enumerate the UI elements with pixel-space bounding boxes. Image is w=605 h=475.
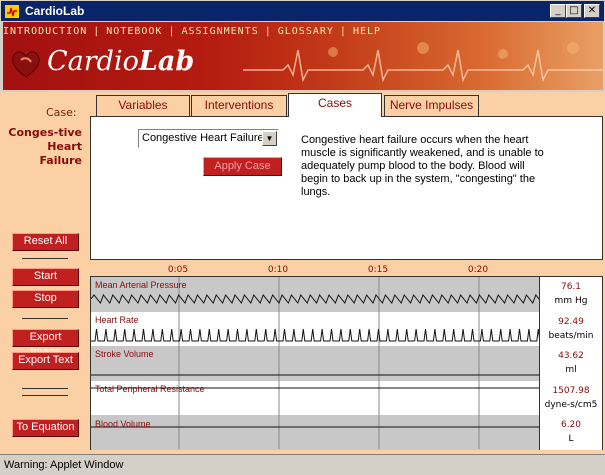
- divider: [22, 258, 68, 259]
- logo-text-lab: Lab: [138, 46, 195, 77]
- channel-label: Blood Volume: [95, 419, 151, 429]
- status-text: Warning: Applet Window: [4, 459, 124, 471]
- window-title: CardioLab: [25, 4, 85, 18]
- main-menu: INTRODUCTION | NOTEBOOK | ASSIGNMENTS | GLOSSA…: [3, 26, 382, 37]
- channel-label: Total Peripheral Resistance: [95, 384, 205, 394]
- reset-all-button[interactable]: Reset All: [12, 233, 79, 251]
- time-axis: 0:05 0:10 0:15 0:20: [90, 262, 540, 276]
- cases-panel: Congestive Heart Failure ▼ Apply Case Co…: [90, 116, 603, 260]
- channel-value: 92.49: [558, 316, 584, 327]
- map-trace: [91, 294, 539, 304]
- channel-unit: dyne-s/cm5: [544, 399, 598, 410]
- divider: [22, 318, 68, 319]
- minimize-button[interactable]: _: [550, 4, 566, 18]
- menu-introduction[interactable]: INTRODUCTION: [3, 26, 87, 37]
- trace-plot: Mean Arterial Pressure Heart Rate Stroke…: [90, 276, 540, 450]
- to-equation-button[interactable]: To Equation: [12, 419, 79, 437]
- channel-label: Heart Rate: [95, 315, 139, 325]
- tab-nerve-impulses[interactable]: Nerve Impulses: [384, 95, 479, 116]
- channel-value: 6.20: [560, 420, 582, 431]
- export-image-button[interactable]: Export Image: [12, 329, 79, 358]
- current-case-name: Conges-tive Heart Failure: [8, 126, 82, 167]
- channel-label: Stroke Volume: [95, 349, 154, 359]
- time-tick: 0:15: [367, 265, 389, 275]
- menu-glossary[interactable]: GLOSSARY: [278, 26, 334, 37]
- channel-unit: beats/min: [548, 330, 594, 341]
- apply-case-button[interactable]: Apply Case: [203, 157, 282, 176]
- tab-variables[interactable]: Variables: [96, 95, 190, 116]
- channel-unit: L: [568, 434, 574, 445]
- case-dropdown-value: Congestive Heart Failure: [142, 132, 264, 144]
- menu-assignments[interactable]: ASSIGNMENTS: [181, 26, 258, 37]
- tab-cases[interactable]: Cases: [288, 93, 382, 117]
- values-column: 76.1 mm Hg 92.49 beats/min 43.62 ml 1507.98…: [540, 276, 603, 450]
- time-tick: 0:05: [167, 265, 189, 275]
- channel-value: 43.62: [558, 351, 584, 362]
- ecg-decoration: [243, 42, 603, 83]
- menu-help[interactable]: HELP: [353, 26, 381, 37]
- left-panel: Case: Conges-tive Heart Failure Reset Al…: [0, 92, 88, 454]
- heart-rate-trace: [91, 328, 539, 342]
- app-icon: [5, 5, 19, 18]
- channel-unit: ml: [565, 365, 577, 376]
- channel-label: Mean Arterial Pressure: [95, 280, 187, 290]
- close-button[interactable]: ✕: [584, 4, 600, 18]
- heart-icon: [12, 51, 40, 78]
- channel-value: 1507.98: [552, 385, 590, 396]
- case-dropdown[interactable]: Congestive Heart Failure ▼: [138, 129, 279, 148]
- time-tick: 0:10: [267, 265, 289, 275]
- window-titlebar: CardioLab _ □ ✕: [0, 0, 605, 22]
- case-label: Case:: [46, 106, 77, 119]
- start-button[interactable]: Start: [12, 268, 79, 286]
- app-banner: INTRODUCTION | NOTEBOOK | ASSIGNMENTS | GLOSSA…: [3, 22, 603, 90]
- time-tick: 0:20: [467, 265, 489, 275]
- divider: [22, 395, 68, 396]
- trace-waveforms: [91, 277, 539, 449]
- chevron-down-icon[interactable]: ▼: [262, 131, 277, 146]
- export-text-button[interactable]: Export Text: [12, 352, 79, 370]
- menu-notebook[interactable]: NOTEBOOK: [106, 26, 162, 37]
- status-bar: Warning: Applet Window: [0, 454, 605, 475]
- maximize-button[interactable]: □: [566, 4, 582, 18]
- logo-text-cardio: Cardio: [47, 46, 139, 77]
- channel-unit: mm Hg: [554, 296, 588, 306]
- tab-interventions[interactable]: Interventions: [191, 95, 287, 116]
- channel-value: 76.1: [560, 282, 582, 292]
- divider: [22, 388, 68, 389]
- case-description: Congestive heart failure occurs when the…: [301, 134, 544, 198]
- stop-button[interactable]: Stop: [12, 290, 79, 308]
